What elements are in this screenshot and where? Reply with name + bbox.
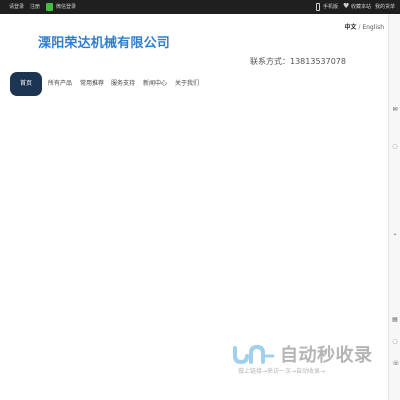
watermark: 自动秒收录 做上链接→来访一次→自动收录→ bbox=[230, 338, 385, 378]
lang-chinese[interactable]: 中文 bbox=[344, 24, 356, 31]
nav-recommended[interactable]: 常用推荐 bbox=[80, 72, 104, 96]
mail-icon[interactable]: ✉ bbox=[392, 107, 398, 113]
login-link[interactable]: 请登录 bbox=[9, 0, 24, 14]
lang-english[interactable]: English bbox=[362, 24, 384, 31]
register-link[interactable]: 注册 bbox=[30, 0, 40, 14]
heart-icon: ♥ bbox=[343, 2, 350, 10]
nav-news[interactable]: 新闻中心 bbox=[143, 72, 167, 96]
chat-bottom-icon[interactable]: ◌ bbox=[392, 339, 398, 345]
mobile-phone-icon bbox=[316, 3, 320, 11]
note-icon[interactable]: ▤ bbox=[392, 317, 398, 323]
chat-icon[interactable]: ◌ bbox=[392, 144, 398, 150]
nav-about[interactable]: 关于我们 bbox=[175, 72, 199, 96]
my-order-link[interactable]: 我的货单 bbox=[375, 0, 395, 14]
top-bar: 请登录 注册 微信登录 手机版 ♥ 收藏本站 我的货单 bbox=[0, 0, 400, 14]
lang-separator: / bbox=[358, 24, 361, 31]
right-sidebar: ✉ ◌ ⌃ ▤ ◌ ☏ bbox=[388, 14, 400, 400]
company-name[interactable]: 溧阳荣达机械有限公司 bbox=[38, 32, 170, 51]
nav-home[interactable]: 首页 bbox=[10, 72, 42, 96]
contact-info: 联系方式：13813537078 bbox=[250, 57, 346, 66]
nav-all-products[interactable]: 所有产品 bbox=[48, 72, 72, 96]
mobile-version-link[interactable]: 手机版 bbox=[323, 0, 338, 14]
nav-support[interactable]: 服务支持 bbox=[111, 72, 135, 96]
language-switcher: 中文 / English bbox=[344, 22, 384, 31]
watermark-title: 自动秒收录 bbox=[280, 345, 373, 366]
wechat-login-link[interactable]: 微信登录 bbox=[56, 0, 76, 14]
favorite-link[interactable]: 收藏本站 bbox=[351, 0, 371, 14]
watermark-logo-icon bbox=[233, 344, 275, 365]
chevron-up-icon[interactable]: ⌃ bbox=[392, 234, 398, 240]
watermark-subtitle: 做上链接→来访一次→自动收录→ bbox=[238, 368, 326, 375]
wechat-icon[interactable] bbox=[46, 3, 53, 11]
phone-bottom-icon[interactable]: ☏ bbox=[392, 361, 400, 367]
